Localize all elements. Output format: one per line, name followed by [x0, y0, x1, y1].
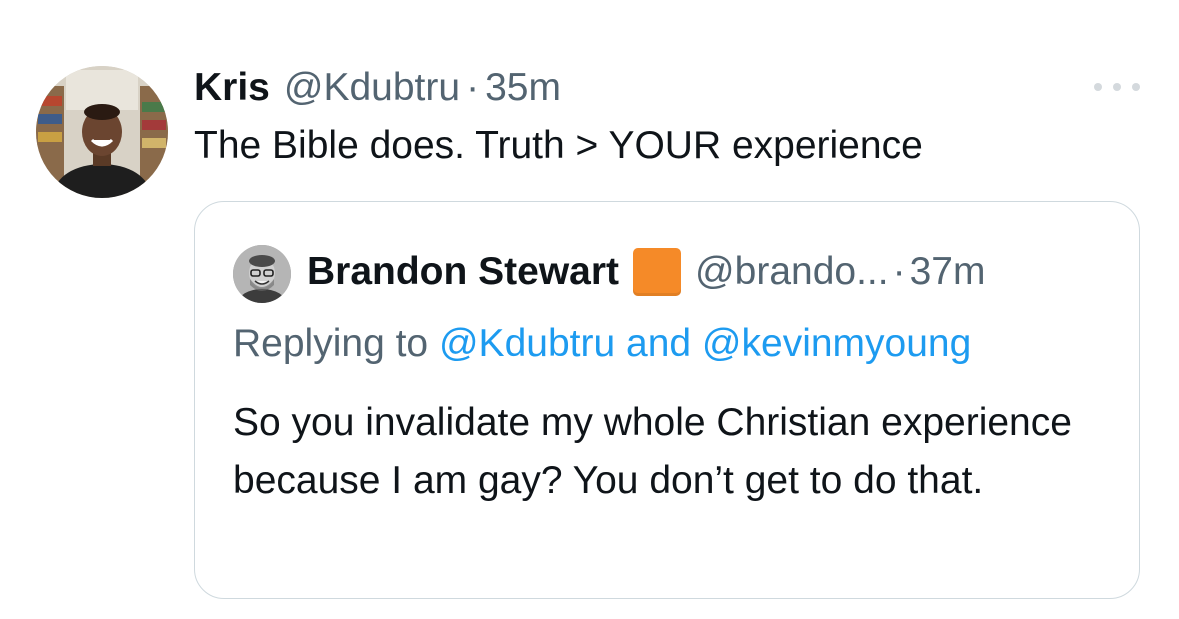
quoted-timestamp[interactable]: 37m: [910, 250, 986, 294]
dot-icon: [1132, 83, 1140, 91]
quoted-tweet-header: Brandon Stewart @brando... · 37m: [307, 246, 985, 298]
more-options-icon[interactable]: [1094, 80, 1140, 94]
replying-to-line: Replying to @Kdubtru and @kevinmyoung: [233, 320, 971, 368]
tweet-header: Kris @Kdubtru · 35m: [194, 64, 561, 112]
user-handle[interactable]: @Kdubtru: [284, 66, 460, 110]
mention-conjunction: and: [626, 322, 692, 365]
avatar-photo-icon: [233, 245, 291, 303]
dot-icon: [1094, 83, 1102, 91]
quoted-user-avatar[interactable]: [233, 245, 291, 303]
orange-square-icon: [633, 248, 682, 296]
avatar-photo-icon: [36, 66, 168, 198]
mention-link[interactable]: @kevinmyoung: [702, 322, 971, 365]
separator-dot: ·: [892, 250, 906, 293]
display-name[interactable]: Kris: [194, 66, 270, 110]
mention-link[interactable]: @Kdubtru: [439, 322, 615, 365]
dot-icon: [1113, 83, 1121, 91]
quoted-user-handle[interactable]: @brando...: [695, 250, 889, 294]
tweet-text: The Bible does. Truth > YOUR experience: [194, 124, 923, 167]
timestamp[interactable]: 35m: [485, 66, 561, 110]
tweet: Kris @Kdubtru · 35m The Bible does. Trut…: [0, 0, 1179, 619]
separator-dot: ·: [466, 66, 480, 109]
user-avatar[interactable]: [36, 66, 168, 198]
quoted-tweet-text: So you invalidate my whole Christian exp…: [233, 401, 1072, 502]
quoted-tweet-card[interactable]: Brandon Stewart @brando... · 37m Replyin…: [194, 201, 1140, 599]
quoted-display-name[interactable]: Brandon Stewart: [307, 250, 619, 294]
replying-to-label: Replying to: [233, 322, 429, 365]
